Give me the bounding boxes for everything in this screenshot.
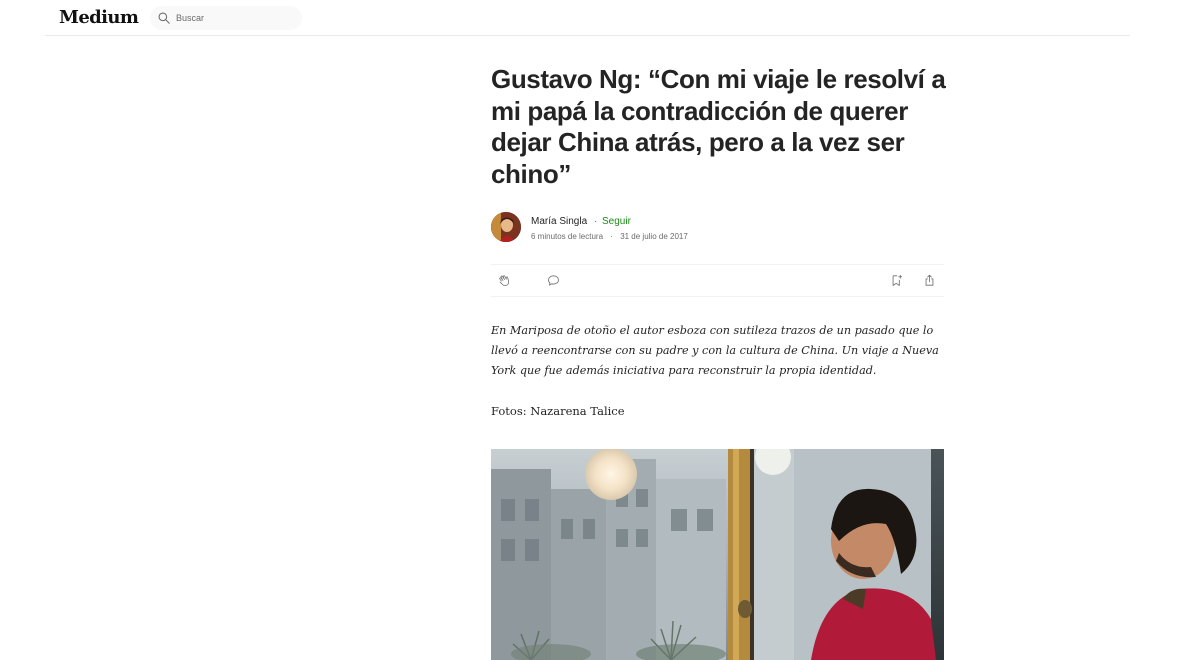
search-icon bbox=[158, 12, 170, 24]
share-icon[interactable] bbox=[922, 273, 937, 288]
author-avatar[interactable] bbox=[491, 212, 521, 242]
article-title: Gustavo Ng: “Con mi viaje le resolví a m… bbox=[491, 64, 946, 189]
follow-button[interactable]: Seguir bbox=[602, 216, 631, 227]
search-input[interactable] bbox=[176, 9, 296, 27]
search-box[interactable] bbox=[150, 6, 302, 30]
top-bar: Medium bbox=[45, 0, 1130, 36]
action-bar bbox=[491, 264, 944, 297]
comment-icon[interactable] bbox=[546, 273, 561, 288]
bookmark-add-icon[interactable] bbox=[889, 273, 904, 288]
photo-image bbox=[491, 449, 944, 660]
article-meta: 6 minutos de lectura · 31 de julio de 20… bbox=[531, 232, 693, 241]
avatar-portrait bbox=[491, 212, 521, 242]
separator-dot: · bbox=[610, 232, 613, 241]
article-lead: En Mariposa de otoño el autor esboza con… bbox=[491, 324, 939, 377]
medium-logo[interactable]: Medium bbox=[59, 7, 139, 28]
clap-icon[interactable] bbox=[497, 273, 512, 288]
publish-date: 31 de julio de 2017 bbox=[620, 232, 688, 241]
byline: María Singla · Seguir 6 minutos de lectu… bbox=[491, 212, 944, 244]
article-photo bbox=[491, 449, 944, 660]
author-name[interactable]: María Singla bbox=[531, 216, 587, 227]
separator-dot: · bbox=[594, 216, 598, 227]
read-time: 6 minutos de lectura bbox=[531, 232, 604, 241]
photo-credit: Fotos: Nazarena Talice bbox=[491, 404, 625, 418]
